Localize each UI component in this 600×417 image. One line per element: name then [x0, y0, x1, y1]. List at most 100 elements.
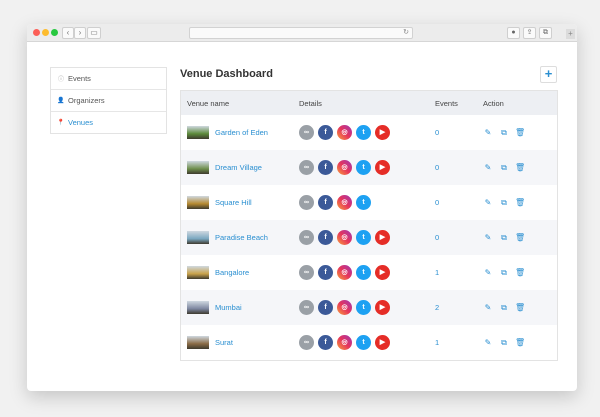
twitter-icon[interactable]: t	[356, 230, 371, 245]
youtube-icon[interactable]: ▶	[375, 125, 390, 140]
link-icon[interactable]: ∞	[299, 265, 314, 280]
twitter-icon[interactable]: t	[356, 335, 371, 350]
title-bar: ‹ › ▭ ↻ ● ⇪ ⧉ +	[27, 24, 577, 42]
venue-name-link[interactable]: Bangalore	[215, 268, 249, 277]
column-header-events: Events	[435, 98, 458, 108]
instagram-icon[interactable]: ◎	[337, 125, 352, 140]
edit-icon[interactable]: ✎	[483, 338, 493, 348]
duplicate-icon[interactable]: ⧉	[499, 198, 509, 208]
sidebar-item-venues[interactable]: 📍 Venues	[51, 112, 166, 133]
instagram-icon[interactable]: ◎	[337, 335, 352, 350]
new-tab-icon[interactable]: +	[566, 29, 575, 39]
youtube-icon[interactable]: ▶	[375, 300, 390, 315]
duplicate-icon[interactable]: ⧉	[499, 163, 509, 173]
close-window-button[interactable]	[33, 29, 40, 36]
delete-icon[interactable]: 🗑	[515, 198, 525, 208]
reload-icon[interactable]: ↻	[403, 28, 409, 38]
link-icon[interactable]: ∞	[299, 125, 314, 140]
instagram-icon[interactable]: ◎	[337, 195, 352, 210]
twitter-icon[interactable]: t	[356, 125, 371, 140]
edit-icon[interactable]: ✎	[483, 303, 493, 313]
link-icon[interactable]: ∞	[299, 160, 314, 175]
details-cell: ∞ f ◎ t ▶	[299, 265, 435, 280]
delete-icon[interactable]: 🗑	[515, 233, 525, 243]
events-count-link[interactable]: 2	[435, 303, 439, 312]
events-count[interactable]: 1	[435, 268, 483, 277]
events-count[interactable]: 2	[435, 303, 483, 312]
delete-icon[interactable]: 🗑	[515, 303, 525, 313]
facebook-icon[interactable]: f	[318, 265, 333, 280]
venue-name-link[interactable]: Paradise Beach	[215, 233, 268, 242]
tabs-icon[interactable]: ⧉	[539, 27, 552, 39]
minimize-window-button[interactable]	[42, 29, 49, 36]
delete-icon[interactable]: 🗑	[515, 163, 525, 173]
add-venue-button[interactable]: +	[540, 66, 557, 83]
edit-icon[interactable]: ✎	[483, 128, 493, 138]
venue-cell: Mumbai	[181, 301, 299, 314]
link-icon[interactable]: ∞	[299, 195, 314, 210]
info-icon: ⓘ	[57, 77, 64, 83]
edit-icon[interactable]: ✎	[483, 163, 493, 173]
link-icon[interactable]: ∞	[299, 335, 314, 350]
edit-icon[interactable]: ✎	[483, 198, 493, 208]
youtube-icon[interactable]: ▶	[375, 160, 390, 175]
edit-icon[interactable]: ✎	[483, 233, 493, 243]
instagram-icon[interactable]: ◎	[337, 300, 352, 315]
venue-cell: Dream Village	[181, 161, 299, 174]
venue-name-link[interactable]: Surat	[215, 338, 233, 347]
duplicate-icon[interactable]: ⧉	[499, 338, 509, 348]
events-count-link[interactable]: 0	[435, 128, 439, 137]
youtube-icon[interactable]: ▶	[375, 335, 390, 350]
sidebar-item-events[interactable]: ⓘ Events	[51, 68, 166, 90]
events-count-link[interactable]: 0	[435, 233, 439, 242]
facebook-icon[interactable]: f	[318, 160, 333, 175]
facebook-icon[interactable]: f	[318, 195, 333, 210]
events-count-link[interactable]: 1	[435, 338, 439, 347]
youtube-icon[interactable]: ▶	[375, 230, 390, 245]
instagram-icon[interactable]: ◎	[337, 230, 352, 245]
events-count[interactable]: 0	[435, 163, 483, 172]
venue-name-link[interactable]: Dream Village	[215, 163, 262, 172]
facebook-icon[interactable]: f	[318, 335, 333, 350]
address-bar[interactable]: ↻	[189, 27, 413, 39]
table-row: Dream Village ∞ f ◎ t ▶ 0 ✎ ⧉ 🗑	[181, 150, 557, 185]
link-icon[interactable]: ∞	[299, 230, 314, 245]
facebook-icon[interactable]: f	[318, 300, 333, 315]
facebook-icon[interactable]: f	[318, 125, 333, 140]
link-icon[interactable]: ∞	[299, 300, 314, 315]
venue-name-link[interactable]: Square Hill	[215, 198, 252, 207]
sidebar-toggle-icon[interactable]: ▭	[87, 27, 101, 39]
twitter-icon[interactable]: t	[356, 300, 371, 315]
events-count[interactable]: 0	[435, 233, 483, 242]
twitter-icon[interactable]: t	[356, 265, 371, 280]
events-count[interactable]: 0	[435, 128, 483, 137]
share-icon[interactable]: ⇪	[523, 27, 536, 39]
events-count-link[interactable]: 1	[435, 268, 439, 277]
delete-icon[interactable]: 🗑	[515, 268, 525, 278]
youtube-icon[interactable]: ▶	[375, 265, 390, 280]
venue-name-link[interactable]: Garden of Eden	[215, 128, 268, 137]
maximize-window-button[interactable]	[51, 29, 58, 36]
back-icon[interactable]: ‹	[62, 27, 74, 39]
delete-icon[interactable]: 🗑	[515, 338, 525, 348]
extension-icon[interactable]: ●	[507, 27, 520, 39]
events-count-link[interactable]: 0	[435, 198, 439, 207]
instagram-icon[interactable]: ◎	[337, 160, 352, 175]
duplicate-icon[interactable]: ⧉	[499, 128, 509, 138]
instagram-icon[interactable]: ◎	[337, 265, 352, 280]
events-count-link[interactable]: 0	[435, 163, 439, 172]
page-title: Venue Dashboard	[180, 68, 273, 80]
edit-icon[interactable]: ✎	[483, 268, 493, 278]
twitter-icon[interactable]: t	[356, 195, 371, 210]
duplicate-icon[interactable]: ⧉	[499, 233, 509, 243]
delete-icon[interactable]: 🗑	[515, 128, 525, 138]
events-count[interactable]: 1	[435, 338, 483, 347]
duplicate-icon[interactable]: ⧉	[499, 268, 509, 278]
sidebar-item-organizers[interactable]: 👤 Organizers	[51, 90, 166, 112]
twitter-icon[interactable]: t	[356, 160, 371, 175]
events-count[interactable]: 0	[435, 198, 483, 207]
facebook-icon[interactable]: f	[318, 230, 333, 245]
duplicate-icon[interactable]: ⧉	[499, 303, 509, 313]
venue-name-link[interactable]: Mumbai	[215, 303, 242, 312]
forward-icon[interactable]: ›	[74, 27, 86, 39]
